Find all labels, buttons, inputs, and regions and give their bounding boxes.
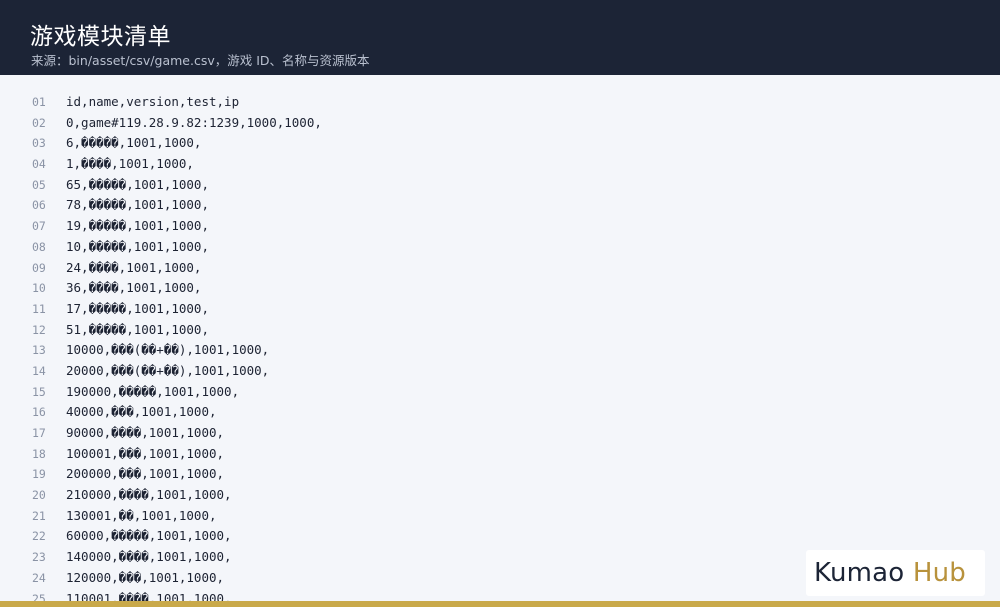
code-line: 09 24,����,1001,1000, bbox=[0, 258, 1000, 279]
code-line: 02 0,game#119.28.9.82:1239,1000,1000, bbox=[0, 113, 1000, 134]
code-line: 17 90000,����,1001,1000, bbox=[0, 423, 1000, 444]
line-number: 22 bbox=[32, 529, 46, 544]
line-text: 1,����,1001,1000, bbox=[66, 156, 194, 172]
line-number: 01 bbox=[32, 95, 46, 109]
line-text: 36,����,1001,1000, bbox=[66, 280, 202, 296]
code-line: 06 78,�����,1001,1000, bbox=[0, 195, 1000, 216]
line-text: 40000,���,1001,1000, bbox=[66, 404, 217, 420]
line-number: 25 bbox=[32, 591, 46, 602]
bottom-accent-bar bbox=[0, 601, 1000, 607]
line-number: 03 bbox=[32, 136, 46, 151]
page-subtitle: 来源：bin/asset/csv/game.csv，游戏 ID、名称与资源版本 bbox=[31, 53, 370, 68]
code-line: 08 10,�����,1001,1000, bbox=[0, 237, 1000, 258]
line-number: 23 bbox=[32, 550, 46, 565]
line-number: 19 bbox=[32, 467, 46, 482]
line-text: 100001,���,1001,1000, bbox=[66, 445, 225, 461]
line-text: id,name,version,test,ip bbox=[66, 94, 240, 109]
line-text: 60000,�����,1001,1000, bbox=[66, 528, 232, 544]
code-line: 07 19,�����,1001,1000, bbox=[0, 216, 1000, 237]
code-line: 05 65,�����,1001,1000, bbox=[0, 175, 1000, 196]
code-line: 16 40000,���,1001,1000, bbox=[0, 402, 1000, 423]
line-text: 6,�����,1001,1000, bbox=[66, 135, 202, 151]
line-text: 19,�����,1001,1000, bbox=[66, 218, 209, 234]
line-text: 20000,���(��+��),1001,1000, bbox=[66, 362, 270, 378]
line-number: 05 bbox=[32, 177, 46, 192]
line-text: 190000,�����,1001,1000, bbox=[66, 383, 240, 399]
code-line: 13 10000,���(��+��),1001,1000, bbox=[0, 340, 1000, 361]
line-number: 16 bbox=[32, 405, 46, 420]
code-line: 20 210000,����,1001,1000, bbox=[0, 485, 1000, 506]
line-number: 02 bbox=[32, 115, 46, 130]
code-line: 12 51,�����,1001,1000, bbox=[0, 320, 1000, 341]
csv-code-view[interactable]: 01 id,name,version,test,ip 02 0,game#119.28… bbox=[0, 92, 1000, 601]
line-number: 11 bbox=[32, 301, 46, 316]
line-number: 24 bbox=[32, 570, 46, 585]
line-text: 120000,���,1001,1000, bbox=[66, 569, 225, 585]
line-number: 06 bbox=[32, 198, 46, 213]
line-text: 24,����,1001,1000, bbox=[66, 259, 202, 275]
line-number: 14 bbox=[32, 363, 46, 378]
line-text: 210000,����,1001,1000, bbox=[66, 487, 232, 503]
code-line: 11 17,�����,1001,1000, bbox=[0, 299, 1000, 320]
page-header: 游戏模块清单 来源：bin/asset/csv/game.csv，游戏 ID、名… bbox=[0, 0, 1000, 75]
line-text: 10000,���(��+��),1001,1000, bbox=[66, 342, 270, 358]
line-number: 21 bbox=[32, 508, 46, 523]
logo-hub-text: Hub bbox=[912, 558, 967, 588]
line-text: 10,�����,1001,1000, bbox=[66, 238, 209, 254]
logo-text: Kumao Hub bbox=[814, 558, 966, 588]
line-number: 13 bbox=[32, 343, 46, 358]
kumao-hub-logo: Kumao Hub bbox=[806, 550, 985, 596]
line-number: 18 bbox=[32, 446, 46, 461]
line-text: 17,�����,1001,1000, bbox=[66, 300, 209, 316]
code-line: 22 60000,�����,1001,1000, bbox=[0, 526, 1000, 547]
page-title: 游戏模块清单 bbox=[30, 24, 171, 50]
line-number: 08 bbox=[32, 239, 46, 254]
code-line: 15 190000,�����,1001,1000, bbox=[0, 382, 1000, 403]
code-line: 18 100001,���,1001,1000, bbox=[0, 444, 1000, 465]
line-number: 07 bbox=[32, 219, 46, 234]
code-lines-container: 01 id,name,version,test,ip 02 0,game#119.28… bbox=[0, 92, 1000, 601]
code-line: 21 130001,��,1001,1000, bbox=[0, 506, 1000, 527]
line-number: 20 bbox=[32, 488, 46, 503]
line-number: 12 bbox=[32, 322, 46, 337]
line-text: 140000,����,1001,1000, bbox=[66, 549, 232, 565]
code-line: 10 36,����,1001,1000, bbox=[0, 278, 1000, 299]
line-text: 90000,����,1001,1000, bbox=[66, 425, 225, 440]
code-line: 19 200000,���,1001,1000, bbox=[0, 464, 1000, 485]
line-text: 65,�����,1001,1000, bbox=[66, 176, 209, 192]
line-text: 78,�����,1001,1000, bbox=[66, 197, 209, 213]
code-line: 03 6,�����,1001,1000, bbox=[0, 133, 1000, 154]
line-text: 130001,��,1001,1000, bbox=[66, 507, 217, 523]
line-text: 0,game#119.28.9.82:1239,1000,1000, bbox=[66, 114, 322, 130]
code-line: 01 id,name,version,test,ip bbox=[0, 92, 1000, 113]
line-number: 04 bbox=[32, 157, 46, 172]
line-text: 51,�����,1001,1000, bbox=[66, 321, 209, 337]
line-text: 200000,���,1001,1000, bbox=[66, 466, 225, 482]
line-number: 09 bbox=[32, 260, 46, 275]
logo-kumao-text: Kumao bbox=[814, 558, 905, 588]
code-line: 14 20000,���(��+��),1001,1000, bbox=[0, 361, 1000, 382]
line-number: 15 bbox=[32, 384, 46, 399]
line-text: 110001,����,1001,1000, bbox=[66, 590, 232, 602]
line-number: 17 bbox=[32, 426, 46, 440]
code-line: 04 1,����,1001,1000, bbox=[0, 154, 1000, 175]
line-number: 10 bbox=[32, 281, 46, 296]
